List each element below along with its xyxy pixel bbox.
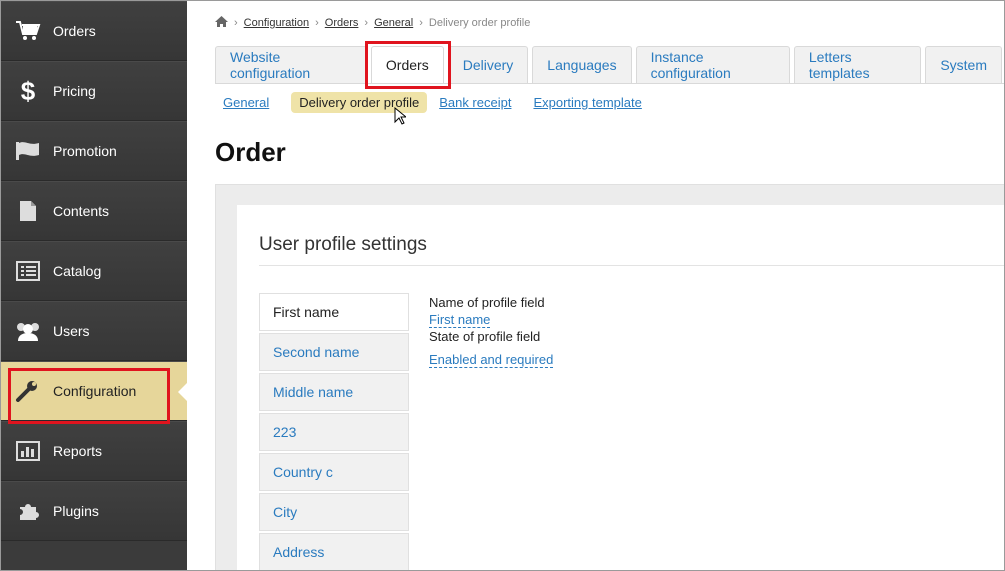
breadcrumb-separator: ›: [234, 17, 238, 29]
field-item-address[interactable]: Address: [259, 533, 409, 570]
sidebar-item-catalog[interactable]: Catalog: [1, 241, 187, 301]
field-state-link[interactable]: Enabled and required: [429, 353, 554, 368]
breadcrumb-orders[interactable]: Orders: [325, 17, 359, 29]
subtab-exporting-template[interactable]: Exporting template: [533, 95, 641, 110]
flag-icon: [13, 139, 43, 163]
tab-delivery[interactable]: Delivery: [447, 46, 529, 83]
breadcrumb-separator: ›: [315, 17, 319, 29]
sidebar-item-label: Orders: [53, 23, 96, 39]
state-of-field-label: State of profile field: [429, 329, 541, 344]
cart-icon: [13, 19, 43, 43]
tab-system[interactable]: System: [925, 46, 1002, 83]
breadcrumb: › Configuration › Orders › General › Del…: [215, 16, 530, 30]
subtab-general[interactable]: General: [223, 95, 269, 110]
home-icon[interactable]: [215, 16, 228, 30]
field-name-link[interactable]: First name: [429, 313, 491, 328]
field-item-country[interactable]: Country c: [259, 453, 409, 491]
field-item-second-name[interactable]: Second name: [259, 333, 409, 371]
sidebar-item-contents[interactable]: Contents: [1, 181, 187, 241]
puzzle-icon: [13, 499, 43, 523]
name-of-field-label: Name of profile field: [429, 295, 545, 310]
sidebar: Orders $ Pricing Promotion Contents Cata…: [1, 1, 188, 570]
field-item-first-name[interactable]: First name: [259, 293, 409, 331]
list-icon: [13, 259, 43, 283]
tab-orders[interactable]: Orders: [370, 46, 444, 83]
sidebar-item-label: Users: [53, 323, 90, 339]
subtab-bank-receipt[interactable]: Bank receipt: [439, 95, 511, 110]
tab-languages[interactable]: Languages: [532, 46, 632, 83]
sidebar-item-plugins[interactable]: Plugins: [1, 481, 187, 541]
dollar-icon: $: [20, 75, 36, 106]
main-content: › Configuration › Orders › General › Del…: [187, 1, 1004, 570]
sidebar-item-label: Contents: [53, 203, 110, 219]
tab-website-configuration[interactable]: Website configuration: [215, 46, 367, 83]
sidebar-item-reports[interactable]: Reports: [1, 421, 187, 481]
tab-letters-templates[interactable]: Letters templates: [793, 46, 922, 83]
sidebar-item-label: Promotion: [53, 143, 117, 159]
subtab-bar: General Delivery order profile Bank rece…: [223, 92, 664, 113]
section-divider: [259, 265, 1004, 266]
subtab-delivery-order-profile[interactable]: Delivery order profile: [291, 92, 428, 113]
settings-panel: User profile settings First name Second …: [215, 184, 1004, 570]
field-item-223[interactable]: 223: [259, 413, 409, 451]
breadcrumb-general[interactable]: General: [374, 17, 413, 29]
profile-field-list: First name Second name Middle name 223 C…: [259, 293, 409, 570]
tab-bar: Website configuration Orders Delivery La…: [215, 46, 1004, 83]
users-icon: [13, 319, 43, 343]
profile-settings-card: User profile settings First name Second …: [237, 205, 1004, 570]
sidebar-item-label: Plugins: [53, 503, 99, 519]
breadcrumb-configuration[interactable]: Configuration: [244, 17, 309, 29]
sidebar-item-label: Pricing: [53, 83, 96, 99]
document-icon: [13, 199, 43, 223]
breadcrumb-current: Delivery order profile: [428, 17, 531, 29]
sidebar-item-promotion[interactable]: Promotion: [1, 121, 187, 181]
field-item-city[interactable]: City: [259, 493, 409, 531]
sidebar-item-label: Reports: [53, 443, 103, 459]
tabs-divider: [215, 83, 1004, 84]
tab-instance-configuration[interactable]: Instance configuration: [635, 46, 790, 83]
bar-chart-icon: [13, 439, 43, 463]
sidebar-item-label: Configuration: [53, 383, 137, 399]
sidebar-item-configuration[interactable]: Configuration: [1, 361, 188, 421]
sidebar-item-users[interactable]: Users: [1, 301, 187, 361]
wrench-icon: [13, 379, 43, 403]
section-title: User profile settings: [259, 234, 427, 255]
page-title: Order: [215, 137, 286, 167]
field-details: Name of profile field First name State o…: [429, 295, 554, 368]
app-window: Orders $ Pricing Promotion Contents Cata…: [0, 0, 1005, 571]
breadcrumb-separator: ›: [364, 17, 369, 29]
sidebar-item-orders[interactable]: Orders: [1, 1, 187, 61]
field-item-middle-name[interactable]: Middle name: [259, 373, 409, 411]
breadcrumb-separator: ›: [419, 17, 423, 29]
sidebar-item-label: Catalog: [53, 263, 102, 279]
sidebar-item-pricing[interactable]: $ Pricing: [1, 61, 187, 121]
mouse-cursor-icon: [394, 106, 408, 130]
